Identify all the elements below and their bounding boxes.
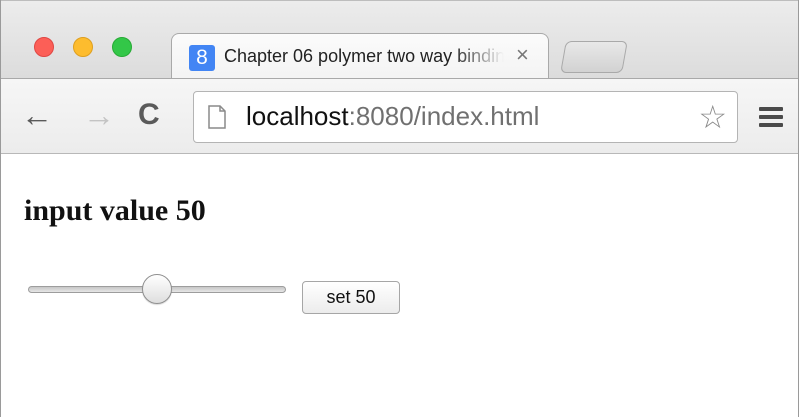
hamburger-menu-icon[interactable] — [759, 107, 783, 127]
reload-button[interactable]: C — [138, 97, 160, 133]
new-tab-button[interactable] — [560, 41, 628, 73]
url-host: localhost — [246, 101, 349, 131]
tab-strip: 8 Chapter 06 polymer two way binding × — [1, 0, 798, 81]
page-heading: input value 50 — [24, 194, 206, 227]
google-favicon-icon: 8 — [189, 45, 215, 71]
url-path: :8080/index.html — [348, 101, 540, 131]
set-50-button[interactable]: set 50 — [302, 281, 400, 314]
url-text[interactable]: localhost:8080/index.html — [246, 101, 539, 132]
page-icon — [208, 105, 226, 129]
range-slider[interactable] — [28, 273, 286, 307]
reload-icon: C — [138, 98, 160, 131]
window-close-button[interactable] — [34, 37, 54, 57]
forward-button[interactable]: → — [83, 97, 115, 133]
back-button[interactable]: ← — [21, 97, 53, 133]
window-maximize-button[interactable] — [112, 37, 132, 57]
tab-active[interactable]: 8 Chapter 06 polymer two way binding × — [171, 33, 549, 81]
browser-window: 8 Chapter 06 polymer two way binding × ←… — [0, 0, 799, 417]
browser-toolbar: ← → C localhost:8080/index.html ☆ — [1, 78, 798, 154]
tab-title: Chapter 06 polymer two way binding — [224, 46, 504, 66]
slider-thumb[interactable] — [142, 274, 172, 304]
page-content: input value 50 set 50 — [1, 154, 798, 417]
tab-close-icon[interactable]: × — [516, 42, 529, 67]
window-minimize-button[interactable] — [73, 37, 93, 57]
arrow-right-icon: → — [83, 97, 115, 133]
address-bar[interactable]: localhost:8080/index.html ☆ — [193, 91, 738, 143]
bookmark-star-icon[interactable]: ☆ — [698, 100, 727, 134]
arrow-left-icon: ← — [21, 97, 53, 133]
